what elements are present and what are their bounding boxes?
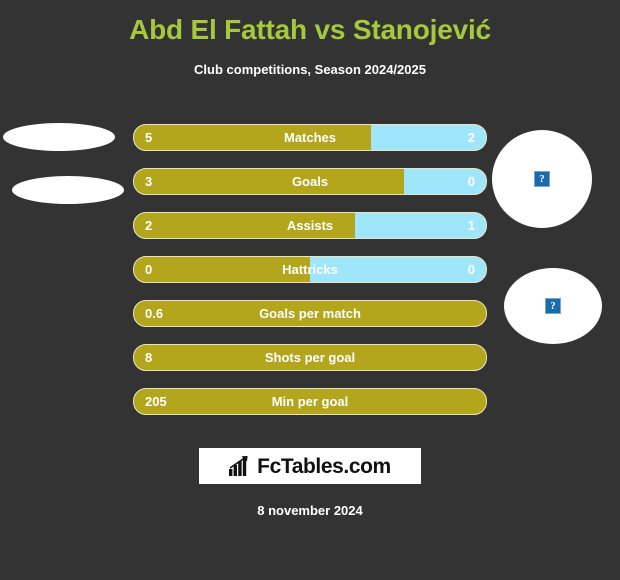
stat-label: Min per goal — [271, 394, 349, 409]
page-title: Abd El Fattah vs Stanojević — [129, 14, 491, 45]
page-subtitle: Club competitions, Season 2024/2025 — [194, 62, 426, 77]
stat-row-goals: 3 Goals 0 — [133, 168, 487, 195]
fctables-logo-text: FcTables.com — [257, 454, 391, 478]
away-value: 0 — [467, 262, 475, 277]
stat-row-hattricks: 0 Hattricks 0 — [133, 256, 487, 283]
away-club-logo: ? — [504, 268, 602, 344]
away-value: 2 — [467, 130, 475, 145]
stat-label: Goals per match — [259, 306, 361, 321]
home-club-logo — [12, 176, 124, 204]
stat-comparison-bars: 5 Matches 2 3 Goals 0 2 Assists 1 0 Hatt… — [133, 124, 487, 432]
stat-row-goals-per-match: 0.6 Goals per match — [133, 300, 487, 327]
away-player-photo: ? — [492, 130, 592, 228]
stat-row-matches: 5 Matches 2 — [133, 124, 487, 151]
bar-chart-arrow-icon — [229, 456, 251, 476]
stat-label: Goals — [291, 174, 329, 189]
stat-label: Matches — [283, 130, 337, 145]
broken-image-icon: ? — [545, 298, 561, 314]
broken-image-icon: ? — [534, 171, 550, 187]
stat-label: Hattricks — [282, 262, 338, 277]
away-value: 0 — [467, 174, 475, 189]
right-badge-column: ? ? — [490, 0, 620, 580]
fctables-logo[interactable]: FcTables.com — [199, 448, 421, 484]
home-player-photo — [3, 123, 115, 151]
away-value: 1 — [467, 218, 475, 233]
stat-row-assists: 2 Assists 1 — [133, 212, 487, 239]
stat-label: Assists — [286, 218, 334, 233]
stat-row-shots-per-goal: 8 Shots per goal — [133, 344, 487, 371]
footer-date: 8 november 2024 — [257, 503, 363, 518]
left-badge-column — [0, 0, 130, 580]
stat-label: Shots per goal — [264, 350, 356, 365]
stat-row-min-per-goal: 205 Min per goal — [133, 388, 487, 415]
